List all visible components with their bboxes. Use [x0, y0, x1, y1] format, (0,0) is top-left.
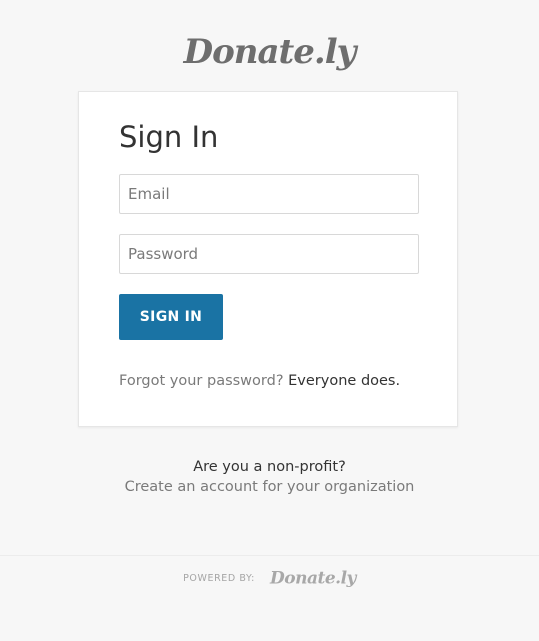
footer-divider — [0, 555, 539, 556]
nonprofit-section: Are you a non-profit? Create an account … — [0, 458, 539, 497]
signin-card: Sign In SIGN IN Forgot your password? Ev… — [78, 91, 458, 427]
nonprofit-question: Are you a non-profit? — [193, 459, 346, 475]
create-account-link[interactable]: Create an account for your organization — [125, 478, 415, 497]
password-field[interactable] — [119, 234, 419, 274]
forgot-password-row: Forgot your password? Everyone does. — [119, 372, 400, 390]
footer-donately-logo[interactable]: Donate.ly — [270, 569, 356, 589]
forgot-password-question: Forgot your password? — [119, 373, 284, 389]
forgot-password-link[interactable]: Everyone does. — [288, 373, 400, 389]
page-title: Sign In — [119, 120, 219, 154]
sign-in-button[interactable]: SIGN IN — [119, 294, 223, 340]
donately-logo: Donate.ly — [183, 32, 357, 72]
email-field[interactable] — [119, 174, 419, 214]
powered-by-label: POWERED BY: — [183, 572, 255, 584]
footer: POWERED BY: Donate.ly — [0, 564, 539, 592]
